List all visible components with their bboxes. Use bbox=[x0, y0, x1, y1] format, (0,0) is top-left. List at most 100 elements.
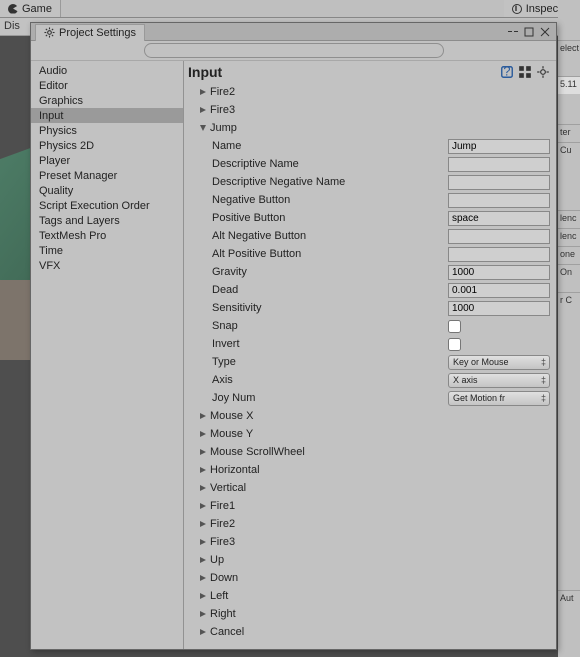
sidebar-item-physics[interactable]: Physics bbox=[31, 123, 183, 138]
axis-fire2[interactable]: Fire2 bbox=[184, 515, 556, 533]
axis-fire3[interactable]: Fire3 bbox=[184, 101, 556, 119]
sidebar-item-input[interactable]: Input bbox=[31, 108, 183, 123]
snap-checkbox[interactable] bbox=[448, 320, 461, 333]
foldout-icon[interactable] bbox=[198, 105, 208, 115]
foldout-icon[interactable] bbox=[198, 501, 208, 511]
foldout-icon[interactable] bbox=[198, 609, 208, 619]
foldout-icon[interactable] bbox=[198, 411, 208, 421]
negative-button-field[interactable] bbox=[448, 193, 550, 208]
axis-fire2[interactable]: Fire2 bbox=[184, 83, 556, 101]
sidebar-item-player[interactable]: Player bbox=[31, 153, 183, 168]
sidebar-item-audio[interactable]: Audio bbox=[31, 63, 183, 78]
window-close-icon[interactable] bbox=[538, 26, 552, 38]
sidebar-item-vfx[interactable]: VFX bbox=[31, 258, 183, 273]
sidebar-item-preset-manager[interactable]: Preset Manager bbox=[31, 168, 183, 183]
svg-text:?: ? bbox=[503, 65, 510, 79]
inspector-peek: elect 5.11 ter Cu lenc lenc one On r C A… bbox=[558, 0, 580, 657]
peek-row: lenc bbox=[558, 210, 580, 228]
axis-right[interactable]: Right bbox=[184, 605, 556, 623]
prop-label: Dead bbox=[212, 284, 402, 296]
axis-fire1[interactable]: Fire1 bbox=[184, 497, 556, 515]
window-title-bar[interactable]: Project Settings bbox=[31, 23, 556, 41]
sidebar-item-textmesh-pro[interactable]: TextMesh Pro bbox=[31, 228, 183, 243]
foldout-icon[interactable] bbox=[198, 447, 208, 457]
editor-top-tabs: Game Inspector bbox=[0, 0, 580, 18]
tab-game[interactable]: Game bbox=[0, 0, 61, 17]
pacman-icon bbox=[8, 4, 18, 14]
foldout-icon[interactable] bbox=[198, 429, 208, 439]
sidebar-item-tags-and-layers[interactable]: Tags and Layers bbox=[31, 213, 183, 228]
prop-descriptive-name: Descriptive Name bbox=[184, 155, 556, 173]
axis-down[interactable]: Down bbox=[184, 569, 556, 587]
prop-descriptive-negative-name: Descriptive Negative Name bbox=[184, 173, 556, 191]
prop-positive-button: Positive Button bbox=[184, 209, 556, 227]
search-input[interactable] bbox=[144, 43, 444, 58]
sidebar-item-time[interactable]: Time bbox=[31, 243, 183, 258]
project-settings-window: Project Settings AudioEditorGraphicsInpu… bbox=[30, 22, 557, 650]
prop-label: Sensitivity bbox=[212, 302, 402, 314]
sidebar-item-script-execution-order[interactable]: Script Execution Order bbox=[31, 198, 183, 213]
axis-mouse-y[interactable]: Mouse Y bbox=[184, 425, 556, 443]
axis-label: Right bbox=[210, 608, 236, 620]
prop-sensitivity: Sensitivity bbox=[184, 299, 556, 317]
axis-cancel[interactable]: Cancel bbox=[184, 623, 556, 641]
sidebar-item-quality[interactable]: Quality bbox=[31, 183, 183, 198]
axis-up[interactable]: Up bbox=[184, 551, 556, 569]
axis-mouse-x[interactable]: Mouse X bbox=[184, 407, 556, 425]
gravity-field[interactable] bbox=[448, 265, 550, 280]
foldout-icon[interactable] bbox=[198, 465, 208, 475]
prop-invert: Invert bbox=[184, 335, 556, 353]
foldout-icon[interactable] bbox=[198, 123, 208, 133]
axis-label: Mouse Y bbox=[210, 428, 253, 440]
search-bar bbox=[31, 41, 556, 61]
foldout-icon[interactable] bbox=[198, 87, 208, 97]
prop-snap: Snap bbox=[184, 317, 556, 335]
help-icon[interactable]: ? bbox=[500, 65, 514, 79]
dead-field[interactable] bbox=[448, 283, 550, 298]
name-field[interactable] bbox=[448, 139, 550, 154]
axis-label: Fire3 bbox=[210, 536, 235, 548]
axis-vertical[interactable]: Vertical bbox=[184, 479, 556, 497]
prop-label: Gravity bbox=[212, 266, 402, 278]
descriptive-negative-name-field[interactable] bbox=[448, 175, 550, 190]
sidebar-item-editor[interactable]: Editor bbox=[31, 78, 183, 93]
prop-alt-positive-button: Alt Positive Button bbox=[184, 245, 556, 263]
settings-main: Input ? Fire2Fire3JumpNameDescriptive Na… bbox=[184, 61, 556, 649]
foldout-icon[interactable] bbox=[198, 519, 208, 529]
foldout-icon[interactable] bbox=[198, 573, 208, 583]
invert-checkbox[interactable] bbox=[448, 338, 461, 351]
foldout-icon[interactable] bbox=[198, 555, 208, 565]
input-axes-list[interactable]: Fire2Fire3JumpNameDescriptive NameDescri… bbox=[184, 83, 556, 649]
axis-dropdown[interactable]: X axis bbox=[448, 373, 550, 388]
window-dock-icon[interactable] bbox=[506, 26, 520, 38]
window-title-tab[interactable]: Project Settings bbox=[35, 24, 145, 41]
axis-label: Horizontal bbox=[210, 464, 260, 476]
alt-negative-button-field[interactable] bbox=[448, 229, 550, 244]
positive-button-field[interactable] bbox=[448, 211, 550, 226]
axis-jump[interactable]: Jump bbox=[184, 119, 556, 137]
axis-label: Fire2 bbox=[210, 86, 235, 98]
peek-row: Aut bbox=[558, 590, 580, 608]
sensitivity-field[interactable] bbox=[448, 301, 550, 316]
axis-horizontal[interactable]: Horizontal bbox=[184, 461, 556, 479]
preset-icon[interactable] bbox=[518, 65, 532, 79]
sidebar-item-graphics[interactable]: Graphics bbox=[31, 93, 183, 108]
joy-num-dropdown[interactable]: Get Motion fr bbox=[448, 391, 550, 406]
alt-positive-button-field[interactable] bbox=[448, 247, 550, 262]
foldout-icon[interactable] bbox=[198, 627, 208, 637]
foldout-icon[interactable] bbox=[198, 537, 208, 547]
peek-row: lenc bbox=[558, 228, 580, 246]
settings-icon[interactable] bbox=[536, 65, 550, 79]
sidebar-item-physics-2d[interactable]: Physics 2D bbox=[31, 138, 183, 153]
prop-negative-button: Negative Button bbox=[184, 191, 556, 209]
window-maximize-icon[interactable] bbox=[522, 26, 536, 38]
foldout-icon[interactable] bbox=[198, 483, 208, 493]
axis-fire3[interactable]: Fire3 bbox=[184, 533, 556, 551]
axis-label: Fire2 bbox=[210, 518, 235, 530]
descriptive-name-field[interactable] bbox=[448, 157, 550, 172]
foldout-icon[interactable] bbox=[198, 591, 208, 601]
axis-mouse-scrollwheel[interactable]: Mouse ScrollWheel bbox=[184, 443, 556, 461]
prop-label: Invert bbox=[212, 338, 402, 350]
type-dropdown[interactable]: Key or Mouse bbox=[448, 355, 550, 370]
axis-left[interactable]: Left bbox=[184, 587, 556, 605]
